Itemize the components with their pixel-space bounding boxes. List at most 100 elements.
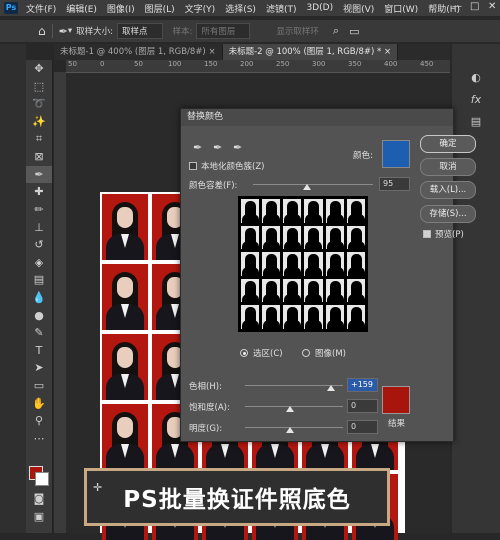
ruler-top: 50 0 50 100 150 200 250 300 350 400 450 — [66, 60, 450, 73]
gradient-tool-icon[interactable]: ▤ — [26, 271, 52, 289]
lightness-input[interactable]: 0 — [347, 420, 378, 434]
preview-cell — [304, 252, 323, 276]
menu-window[interactable]: 窗口(W) — [384, 2, 418, 15]
preview-cell — [262, 278, 281, 303]
background-color-swatch[interactable] — [35, 472, 49, 486]
preview-cell — [304, 305, 323, 329]
minimize-button[interactable]: — — [452, 1, 462, 12]
selection-preview[interactable] — [238, 196, 368, 332]
id-photo — [102, 404, 148, 470]
workspace-icon[interactable]: ▭ — [349, 25, 359, 38]
frame-tool-icon[interactable]: ⊠ — [26, 148, 52, 166]
lightness-slider-thumb[interactable] — [286, 427, 294, 433]
hue-label: 色相(H): — [189, 382, 222, 392]
preview-cell — [283, 278, 302, 303]
path-select-icon[interactable]: ➤ — [26, 359, 52, 377]
brush-tool-icon[interactable]: ✏ — [26, 201, 52, 219]
preview-cell — [304, 225, 323, 250]
result-color-swatch[interactable] — [382, 386, 410, 414]
sample-select[interactable]: 所有图层 — [196, 23, 251, 39]
divider — [51, 24, 53, 38]
eyedropper-plus-icon[interactable]: ✒ — [213, 141, 222, 154]
id-photo — [102, 264, 148, 330]
crop-tool-icon[interactable]: ⌗ — [26, 130, 52, 148]
saturation-slider[interactable] — [245, 406, 343, 407]
menu-file[interactable]: 文件(F) — [26, 2, 56, 15]
radio-selection[interactable] — [240, 349, 248, 357]
tab-untitled-1[interactable]: 未标题-1 @ 400% (图层 1, RGB/8#) × — [54, 44, 223, 60]
selected-color-swatch[interactable] — [382, 140, 410, 168]
dodge-tool-icon[interactable]: ● — [26, 306, 52, 324]
properties-icon[interactable]: ▤ — [452, 110, 500, 132]
menu-edit[interactable]: 编辑(E) — [66, 2, 97, 15]
menu-view[interactable]: 视图(V) — [343, 2, 374, 15]
saturation-slider-thumb[interactable] — [286, 406, 294, 412]
menu-filter[interactable]: 滤镜(T) — [266, 2, 297, 15]
fuzziness-input[interactable]: 95 — [379, 177, 410, 191]
marquee-tool-icon[interactable]: ⬚ — [26, 78, 52, 96]
preview-cell — [241, 225, 260, 250]
hand-tool-icon[interactable]: ✋ — [26, 394, 52, 412]
color-panel-icon[interactable]: ◐ — [452, 66, 500, 88]
eyedropper-icon[interactable]: ✒ — [26, 165, 52, 184]
healing-brush-icon[interactable]: ✚ — [26, 183, 52, 201]
history-brush-icon[interactable]: ↺ — [26, 236, 52, 254]
preview-cell — [262, 225, 281, 250]
magic-wand-tool-icon[interactable]: ✨ — [26, 113, 52, 131]
load-button[interactable]: 载入(L)... — [420, 181, 476, 199]
preview-cell — [241, 278, 260, 303]
left-gutter — [0, 44, 26, 533]
fx-panel-icon[interactable]: fx — [452, 88, 500, 110]
stamp-tool-icon[interactable]: ⊥ — [26, 218, 52, 236]
sample-size-select[interactable]: 取样点 — [117, 23, 163, 39]
lightness-slider[interactable] — [245, 427, 343, 428]
home-icon[interactable]: ⌂ — [38, 24, 46, 38]
eraser-tool-icon[interactable]: ◈ — [26, 254, 52, 272]
cancel-button[interactable]: 取消 — [420, 158, 476, 176]
move-tool-icon[interactable]: ✥ — [26, 60, 52, 78]
preview-cell — [262, 199, 281, 223]
blur-tool-icon[interactable]: 💧 — [26, 289, 52, 307]
show-ring-checkbox[interactable]: 显示取样环 — [276, 25, 319, 37]
lasso-tool-icon[interactable]: ➰ — [26, 95, 52, 113]
screen-mode-icon[interactable]: ▣ — [26, 508, 52, 526]
tab-untitled-2[interactable]: 未标题-2 @ 100% (图层 1, RGB/8#) * × — [222, 44, 399, 60]
shape-tool-icon[interactable]: ▭ — [26, 377, 52, 395]
ok-button[interactable]: 确定 — [420, 135, 476, 153]
preview-cell — [241, 305, 260, 329]
fuzziness-slider-thumb[interactable] — [303, 184, 311, 190]
saturation-input[interactable]: 0 — [347, 399, 378, 413]
hue-slider-thumb[interactable] — [327, 385, 335, 391]
search-icon[interactable]: ⌕ — [333, 24, 339, 38]
menu-type[interactable]: 文字(Y) — [185, 2, 216, 15]
eyedropper-minus-icon[interactable]: ✒ — [233, 141, 242, 154]
cursor-cross-icon: ✛ — [93, 481, 104, 494]
preview-label: 预览(P) — [435, 230, 464, 240]
save-button[interactable]: 存储(S)... — [420, 205, 476, 223]
radio-image-label: 图像(M) — [315, 349, 346, 359]
close-window-button[interactable]: ✕ — [488, 1, 496, 12]
preview-cell — [283, 225, 302, 250]
radio-image[interactable] — [302, 349, 310, 357]
localized-clusters-checkbox[interactable] — [189, 162, 197, 170]
preview-cell — [262, 252, 281, 276]
type-tool-icon[interactable]: T — [26, 342, 52, 360]
menu-select[interactable]: 选择(S) — [225, 2, 256, 15]
document-tabs: 未标题-1 @ 400% (图层 1, RGB/8#) × 未标题-2 @ 10… — [54, 44, 450, 60]
zoom-tool-icon[interactable]: ⚲ — [26, 412, 52, 430]
pen-tool-icon[interactable]: ✎ — [26, 324, 52, 342]
eyedropper-tool-icon[interactable]: ✒ — [59, 25, 68, 38]
radio-selection-label: 选区(C) — [253, 349, 283, 359]
menu-layer[interactable]: 图层(L) — [145, 2, 175, 15]
fuzziness-slider[interactable] — [253, 184, 373, 185]
menu-3d[interactable]: 3D(D) — [306, 3, 333, 13]
menu-image[interactable]: 图像(I) — [107, 2, 135, 15]
lightness-label: 明度(G): — [189, 424, 223, 434]
eyedropper-icon[interactable]: ✒ — [193, 141, 202, 154]
quick-mask-icon[interactable]: ◙ — [26, 490, 52, 508]
preview-checkbox[interactable] — [423, 230, 431, 238]
maximize-button[interactable]: □ — [470, 1, 479, 12]
more-tools-icon[interactable]: ⋯ — [26, 429, 52, 447]
hue-input[interactable]: +159 — [347, 378, 378, 392]
title-banner: ✛ PS批量换证件照底色 — [84, 468, 390, 526]
